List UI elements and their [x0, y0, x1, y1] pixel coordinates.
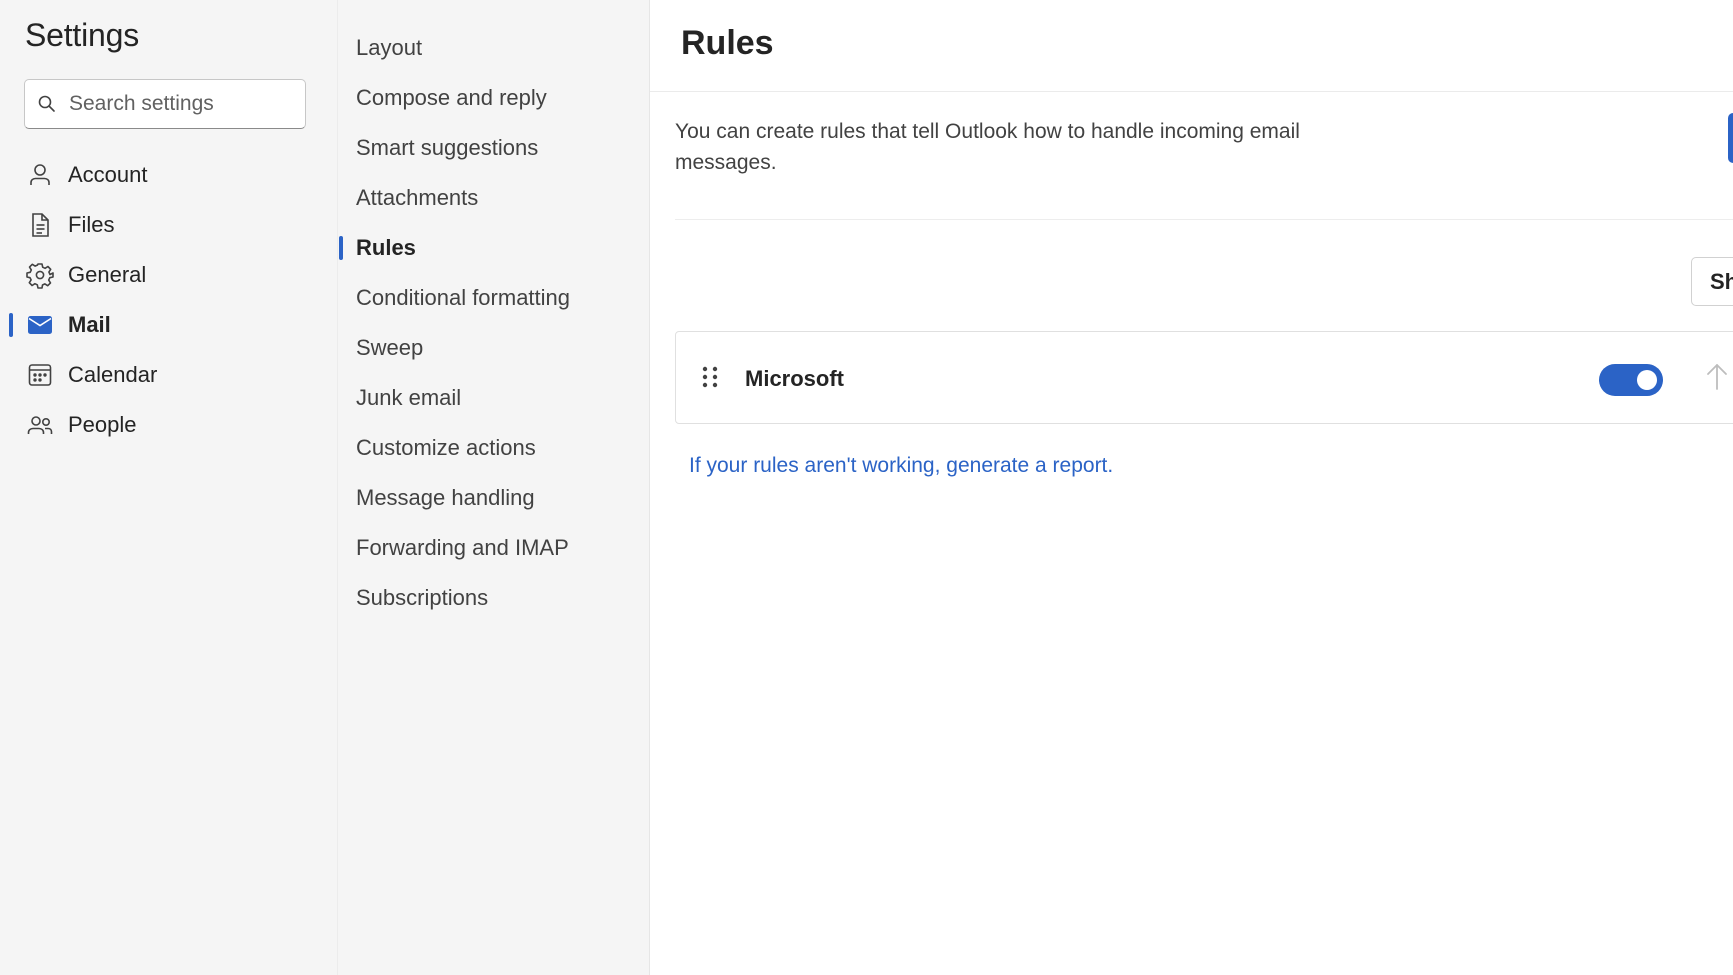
nav-item-layout[interactable]: Layout: [338, 23, 650, 73]
mail-settings-pane: Layout Compose and reply Smart suggestio…: [337, 0, 649, 975]
settings-categories-pane: Settings Account: [0, 0, 337, 975]
page-title: Rules: [681, 24, 774, 62]
nav-item-conditional-formatting[interactable]: Conditional formatting: [338, 273, 650, 323]
nav-item-junk-email[interactable]: Junk email: [338, 373, 650, 423]
sidebar-item-label: Account: [68, 162, 148, 187]
settings-category-list: Account Files General Mail Calendar Peop…: [0, 150, 337, 450]
settings-title: Settings: [25, 17, 140, 53]
generate-report-link[interactable]: If your rules aren't working, generate a…: [689, 454, 1113, 478]
sidebar-item-label: Calendar: [68, 362, 158, 387]
show-button[interactable]: Sh: [1691, 257, 1733, 306]
divider: [650, 91, 1733, 92]
sidebar-item-general[interactable]: General: [0, 250, 337, 300]
sidebar-item-files[interactable]: Files: [0, 200, 337, 250]
rule-name: Microsoft: [745, 366, 844, 391]
gear-icon: [26, 261, 54, 289]
mail-settings-list: Layout Compose and reply Smart suggestio…: [338, 23, 650, 623]
sidebar-item-mail[interactable]: Mail: [0, 300, 337, 350]
arrow-up-icon[interactable]: [1705, 362, 1729, 392]
nav-item-smart-suggestions[interactable]: Smart suggestions: [338, 123, 650, 173]
sidebar-item-label: Files: [68, 212, 115, 237]
show-button-label: Sh: [1710, 268, 1733, 294]
rule-enabled-toggle[interactable]: [1599, 364, 1663, 396]
settings-window: Settings Account: [0, 0, 1733, 975]
search-icon: [38, 95, 55, 112]
people-icon: [26, 411, 54, 439]
nav-item-attachments[interactable]: Attachments: [338, 173, 650, 223]
rule-card[interactable]: Microsoft: [675, 331, 1733, 424]
sidebar-item-account[interactable]: Account: [0, 150, 337, 200]
rules-content: Rules You can create rules that tell Out…: [649, 0, 1733, 975]
sidebar-item-label: Mail: [68, 312, 111, 337]
mail-icon: [26, 311, 54, 339]
sidebar-item-label: General: [68, 262, 147, 287]
nav-item-rules[interactable]: Rules: [338, 223, 650, 273]
calendar-icon: [26, 361, 54, 389]
nav-item-compose-and-reply[interactable]: Compose and reply: [338, 73, 650, 123]
nav-item-sweep[interactable]: Sweep: [338, 323, 650, 373]
nav-item-forwarding-and-imap[interactable]: Forwarding and IMAP: [338, 523, 650, 573]
sidebar-item-calendar[interactable]: Calendar: [0, 350, 337, 400]
search-box[interactable]: [24, 79, 306, 129]
nav-item-subscriptions[interactable]: Subscriptions: [338, 573, 650, 623]
add-rule-button[interactable]: [1728, 113, 1733, 163]
toggle-knob: [1637, 370, 1657, 390]
person-icon: [26, 161, 54, 189]
sidebar-item-label: People: [68, 412, 137, 437]
divider: [675, 219, 1733, 220]
rules-description: You can create rules that tell Outlook h…: [675, 120, 1300, 174]
drag-handle-icon[interactable]: [700, 364, 720, 390]
nav-item-customize-actions[interactable]: Customize actions: [338, 423, 650, 473]
search-input[interactable]: [69, 92, 289, 116]
document-icon: [26, 211, 54, 239]
nav-item-message-handling[interactable]: Message handling: [338, 473, 650, 523]
sidebar-item-people[interactable]: People: [0, 400, 337, 450]
